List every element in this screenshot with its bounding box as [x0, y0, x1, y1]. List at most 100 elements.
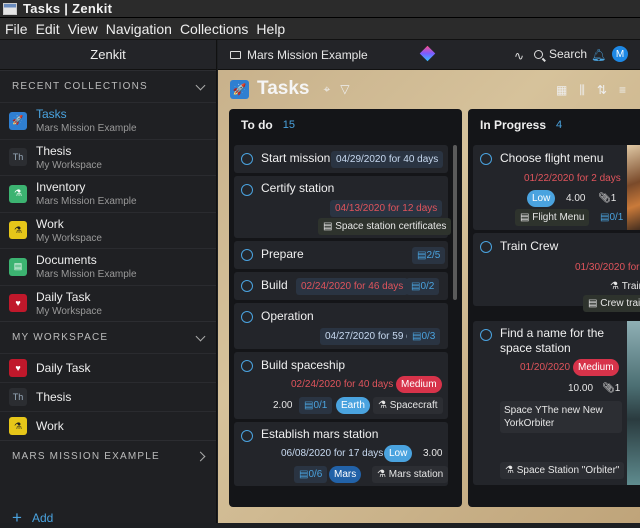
- subtask-count: ▤ 0/3: [407, 328, 441, 345]
- chevron-down-icon[interactable]: [195, 80, 206, 90]
- task-card[interactable]: Establish mars station 06/08/2020 for 17…: [234, 422, 449, 486]
- priority-badge: Medium: [573, 359, 619, 376]
- th-icon: Th: [9, 388, 27, 406]
- reference-label: Spacecraft: [389, 400, 438, 411]
- recent-collections-heading: RECENT COLLECTIONS: [12, 81, 148, 92]
- menu-help[interactable]: Help: [256, 21, 285, 37]
- complete-checkbox[interactable]: [480, 241, 492, 253]
- menu-file[interactable]: File: [5, 21, 28, 37]
- column-header[interactable]: To do 15: [229, 109, 462, 141]
- subtask-count: ▤ 0/1: [299, 397, 333, 414]
- sidebar-item-work[interactable]: ⚗ Work My Workspace: [0, 211, 216, 249]
- sidebar-item-thesis[interactable]: Th Thesis My Workspace: [0, 138, 216, 176]
- sidebar-item-inventory[interactable]: ⚗ Inventory Mars Mission Example: [0, 175, 216, 212]
- complete-checkbox[interactable]: [241, 153, 253, 165]
- complete-checkbox[interactable]: [480, 329, 492, 341]
- table-icon: ▤: [588, 298, 601, 309]
- task-card[interactable]: Choose flight menu 01/22/2020 for 2 days…: [473, 145, 640, 230]
- card-title: Establish mars station: [261, 427, 379, 441]
- complete-checkbox[interactable]: [480, 153, 492, 165]
- chevron-right-icon[interactable]: [195, 451, 206, 462]
- search-button[interactable]: Search: [534, 47, 587, 61]
- date-badge: 06/08/2020 for 17 days: [281, 448, 384, 459]
- page-header: 🚀 Tasks ⌖ ▽: [230, 78, 359, 100]
- count-label: 0/6: [308, 469, 323, 480]
- text-note: Space YThe new New YorkOrbiter: [500, 401, 622, 433]
- date-badge: 01/22/2020 for 2 days: [524, 173, 621, 184]
- sidebar-item-documents[interactable]: ▤ Documents Mars Mission Example: [0, 248, 216, 285]
- subtask-count: ▤ 2/5: [412, 247, 446, 264]
- bell-icon[interactable]: 🔔︎: [591, 48, 606, 62]
- column-count: 15: [282, 119, 296, 131]
- attachment-count: 📎︎ 1: [593, 190, 621, 207]
- cover-image: [627, 321, 640, 485]
- sort-icon[interactable]: ⇅: [597, 83, 607, 98]
- item-sub: My Workspace: [36, 232, 102, 244]
- complete-checkbox[interactable]: [241, 360, 253, 372]
- columns-view-icon[interactable]: ⫼: [579, 83, 585, 98]
- scrollbar[interactable]: [453, 145, 457, 300]
- checklist-icon: ▤: [600, 212, 610, 223]
- my-workspace-header[interactable]: MY WORKSPACE: [0, 321, 216, 353]
- task-card[interactable]: Build 02/24/2020 for 46 days ▤ 0/2: [234, 272, 448, 300]
- workspace-item-work[interactable]: ⚗ Work: [0, 411, 216, 440]
- complete-checkbox[interactable]: [241, 249, 253, 261]
- chevron-down-icon[interactable]: [195, 331, 206, 341]
- plus-icon: +: [12, 508, 22, 527]
- item-label: Thesis: [36, 143, 72, 158]
- add-button[interactable]: + Add: [12, 508, 53, 528]
- item-sub: My Workspace: [36, 159, 102, 171]
- task-card[interactable]: Build spaceship 02/24/2020 for 40 days M…: [234, 352, 448, 419]
- item-label: Documents: [36, 253, 97, 268]
- number-value: 10.00: [568, 383, 594, 394]
- recent-collections-header[interactable]: RECENT COLLECTIONS: [0, 70, 216, 102]
- task-card[interactable]: Operation 04/27/2020 for 59 days ▤ 0/3: [234, 303, 448, 349]
- activity-icon[interactable]: ∿: [514, 49, 524, 63]
- number-value: 4.00: [566, 193, 586, 204]
- complete-checkbox[interactable]: [241, 184, 253, 196]
- filter-icon[interactable]: ▽: [340, 82, 349, 96]
- task-card[interactable]: Certify station 04/13/2020 for 12 days ▤…: [234, 176, 452, 238]
- card-title: Prepare: [261, 247, 304, 261]
- count-label: 0/1: [313, 400, 328, 411]
- menu-edit[interactable]: Edit: [36, 21, 60, 37]
- breadcrumb[interactable]: Mars Mission Example: [230, 48, 368, 62]
- avatar[interactable]: M: [612, 46, 628, 62]
- workspace-item-daily-task[interactable]: ♥ Daily Task: [0, 353, 216, 382]
- complete-checkbox[interactable]: [241, 311, 253, 323]
- zenkit-logo-icon[interactable]: [419, 45, 436, 62]
- paperclip-icon: 📎︎: [602, 383, 615, 394]
- item-label: Thesis: [36, 390, 72, 404]
- sidebar-item-daily-task[interactable]: ♥ Daily Task My Workspace: [0, 284, 216, 322]
- column-title: In Progress: [480, 118, 547, 132]
- complete-checkbox[interactable]: [241, 280, 253, 292]
- item-label: Inventory: [36, 180, 86, 195]
- sidebar-app-name: Zenkit: [0, 40, 216, 70]
- page-title: Tasks: [257, 78, 310, 99]
- task-card[interactable]: Train Crew 01/30/2020 for ⚗ Traini ▤ Cre…: [473, 233, 640, 312]
- task-card[interactable]: Start mission 04/29/2020 for 40 days: [234, 145, 448, 173]
- menu-collections[interactable]: Collections: [180, 21, 248, 37]
- card-title: Certify station: [261, 181, 335, 195]
- grid-view-icon[interactable]: ▦: [556, 83, 567, 98]
- complete-checkbox[interactable]: [241, 430, 253, 442]
- task-card[interactable]: Prepare ▤ 2/5: [234, 241, 448, 269]
- column-to-do: To do 15 Start mission 04/29/2020 for 40 …: [229, 109, 462, 507]
- item-label: Daily Task: [36, 289, 91, 304]
- column-in-progress: In Progress 4 Choose flight menu 01/22/20…: [468, 109, 640, 507]
- menu-navigation[interactable]: Navigation: [106, 21, 172, 37]
- search-icon: [534, 49, 543, 59]
- sidebar-item-tasks[interactable]: 🚀 Tasks Mars Mission Example: [0, 102, 216, 139]
- more-icon[interactable]: ≡: [619, 83, 626, 98]
- flask-icon: ⚗: [610, 281, 622, 292]
- card-title: Find a name for the space station: [500, 326, 604, 356]
- checklist-icon: ▤: [411, 281, 421, 292]
- menu-view[interactable]: View: [68, 21, 98, 37]
- workspace-item-thesis[interactable]: Th Thesis: [0, 382, 216, 411]
- mars-mission-header[interactable]: MARS MISSION EXAMPLE: [0, 440, 216, 472]
- task-card[interactable]: Find a name for the space station 01/20/2…: [473, 321, 640, 485]
- date-badge: 01/30/2020 for: [575, 262, 640, 273]
- column-header[interactable]: In Progress 4: [468, 109, 640, 141]
- reference-label: Mars station: [388, 469, 444, 480]
- tag-icon[interactable]: ⌖: [323, 82, 330, 97]
